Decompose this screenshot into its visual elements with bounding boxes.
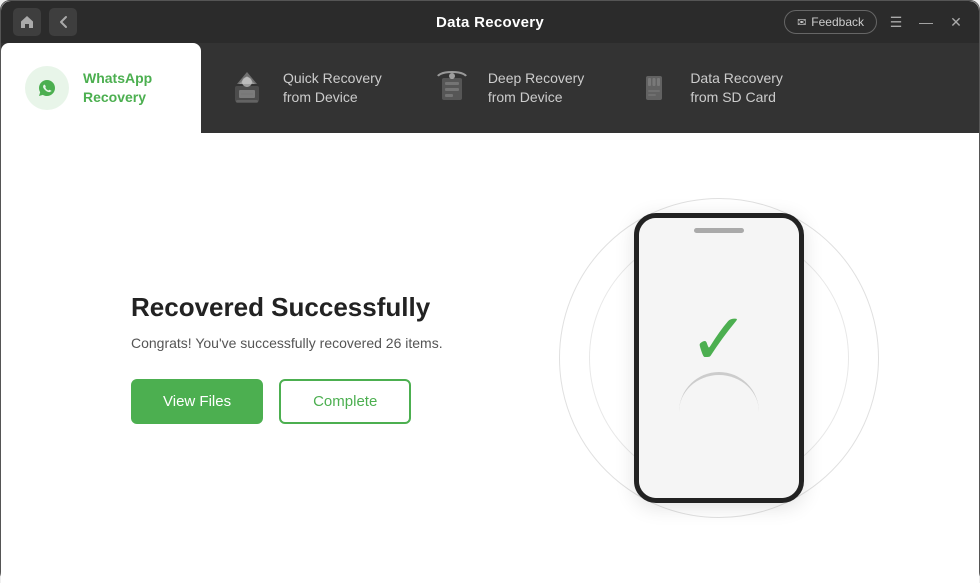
sd-card-icon [632,66,676,110]
nav-tabs: WhatsAppRecovery Quick Recoveryfrom Devi… [1,43,979,133]
main-content: Recovered Successfully Congrats! You've … [1,133,979,583]
complete-button[interactable]: Complete [279,379,411,424]
phone-device: ✓ [634,213,804,503]
back-button[interactable] [49,8,77,36]
title-bar-left [13,8,77,36]
success-subtitle: Congrats! You've successfully recovered … [131,335,443,351]
whatsapp-tab-icon [25,66,69,110]
title-bar-right: ✉ Feedback ☰ — ✕ [784,10,967,34]
success-buttons: View Files Complete [131,379,443,424]
mail-icon: ✉ [797,16,806,29]
quick-recovery-icon [225,66,269,110]
tab-whatsapp[interactable]: WhatsAppRecovery [1,43,201,133]
sd-card-tab-label: Data Recoveryfrom SD Card [690,69,783,107]
menu-button[interactable]: ☰ [885,11,907,33]
phone-illustration: ✓ [559,198,879,518]
minimize-button[interactable]: — [915,11,937,33]
success-title: Recovered Successfully [131,292,443,323]
home-button[interactable] [13,8,41,36]
tab-deep-recovery[interactable]: Deep Recoveryfrom Device [406,43,609,133]
checkmark-container: ✓ [679,304,759,412]
close-button[interactable]: ✕ [945,11,967,33]
title-bar: Data Recovery ✉ Feedback ☰ — ✕ [1,1,979,43]
tab-quick-recovery[interactable]: Quick Recoveryfrom Device [201,43,406,133]
feedback-label: Feedback [811,15,864,29]
app-title: Data Recovery [436,14,544,31]
deep-recovery-tab-label: Deep Recoveryfrom Device [488,69,585,107]
quick-recovery-tab-label: Quick Recoveryfrom Device [283,69,382,107]
checkmark-icon: ✓ [689,304,749,376]
feedback-button[interactable]: ✉ Feedback [784,10,877,34]
deep-recovery-icon [430,66,474,110]
success-section: Recovered Successfully Congrats! You've … [131,292,443,424]
whatsapp-tab-label: WhatsAppRecovery [83,69,152,107]
phone-screen: ✓ [639,218,799,498]
tab-sd-card[interactable]: Data Recoveryfrom SD Card [608,43,808,133]
view-files-button[interactable]: View Files [131,379,263,424]
